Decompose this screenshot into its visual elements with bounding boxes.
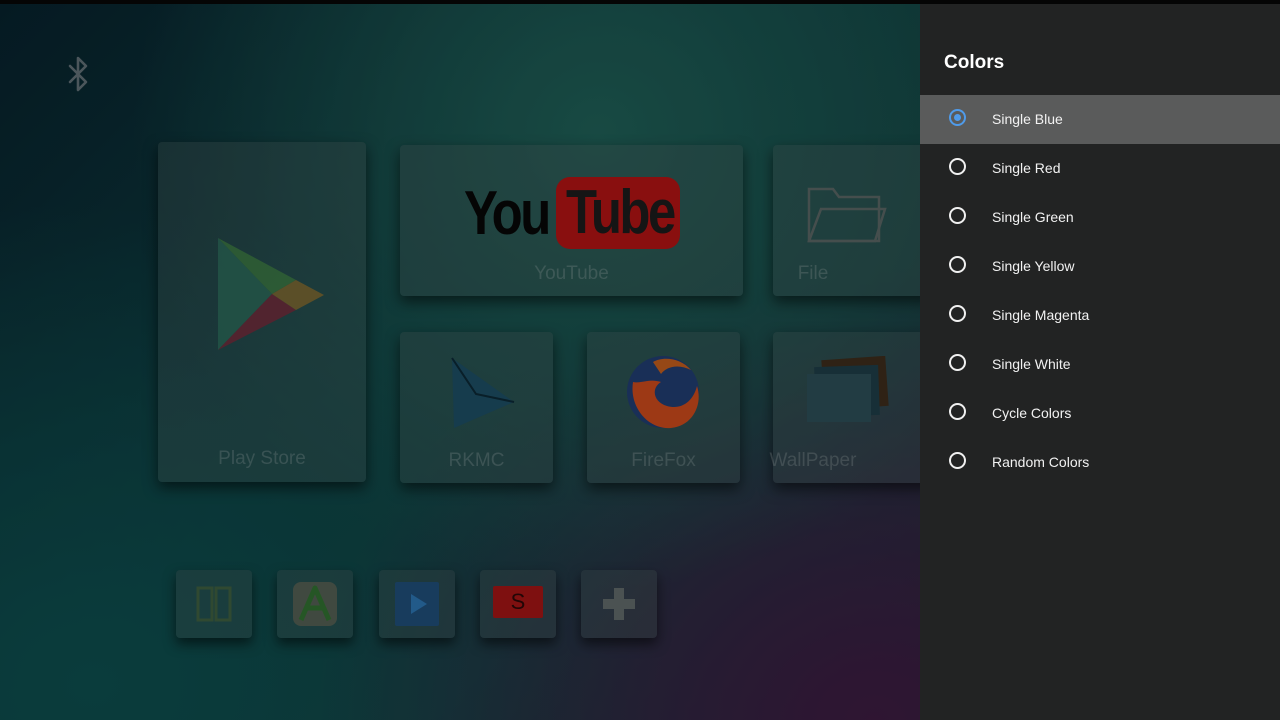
shortcut-tile-aptoide[interactable]: [277, 570, 353, 638]
option-single-white[interactable]: Single White: [920, 340, 1280, 389]
rkmc-icon: [451, 357, 515, 428]
radio-unchecked-icon[interactable]: [949, 158, 966, 175]
app-tile-wallpaper[interactable]: WallPaper: [770, 332, 920, 483]
option-cycle-colors[interactable]: Cycle Colors: [920, 389, 1280, 438]
option-label: Single Green: [992, 209, 1074, 225]
folder-icon: [807, 187, 887, 243]
shortcut-tile-1[interactable]: [176, 570, 252, 638]
radio-unchecked-icon[interactable]: [949, 207, 966, 224]
youtube-logo: You Tube: [464, 177, 680, 249]
radio-unchecked-icon[interactable]: [949, 354, 966, 371]
radio-unchecked-icon[interactable]: [949, 403, 966, 420]
app-tile-play-store[interactable]: Play Store: [158, 142, 366, 482]
wallpaper-icon: [807, 356, 889, 422]
add-shortcut-tile[interactable]: [581, 570, 657, 638]
app-label-youtube: YouTube: [534, 263, 609, 284]
option-label: Random Colors: [992, 454, 1090, 470]
youtube-logo-you: You: [464, 178, 551, 248]
option-random-colors[interactable]: Random Colors: [920, 438, 1280, 487]
app-tile-rkmc[interactable]: RKMC: [400, 332, 553, 483]
app-label-rkmc: RKMC: [448, 450, 505, 471]
panel-title: Colors: [944, 52, 1005, 73]
option-label: Single Red: [992, 160, 1061, 176]
option-label: Single Magenta: [992, 307, 1090, 323]
firefox-icon: [627, 356, 699, 429]
option-single-red[interactable]: Single Red: [920, 144, 1280, 193]
app-label-wallpaper: WallPaper: [769, 450, 857, 471]
option-label: Single Yellow: [992, 258, 1075, 274]
app-tile-file[interactable]: File: [773, 145, 920, 296]
radio-unchecked-icon[interactable]: [949, 305, 966, 322]
option-label: Single White: [992, 356, 1071, 372]
option-single-magenta[interactable]: Single Magenta: [920, 291, 1280, 340]
option-label: Single Blue: [992, 111, 1063, 127]
option-single-blue[interactable]: Single Blue: [920, 95, 1280, 144]
radio-unchecked-icon[interactable]: [949, 452, 966, 469]
radio-unchecked-icon[interactable]: [949, 256, 966, 273]
app-label-file: File: [797, 263, 829, 284]
app-shortcut-icon: [196, 586, 232, 622]
plus-icon: [603, 588, 635, 620]
shortcut-tile-player[interactable]: [379, 570, 455, 638]
youtube-logo-tube-box: Tube: [556, 177, 680, 249]
shortcut-tile-s[interactable]: S: [480, 570, 556, 638]
s-app-icon: S: [493, 586, 543, 618]
radio-checked-icon[interactable]: [949, 109, 966, 126]
bluetooth-icon: [68, 56, 88, 92]
app-tile-youtube[interactable]: You Tube YouTube: [400, 145, 743, 296]
colors-panel: Colors Single Blue Single Red Single Gre…: [920, 4, 1280, 720]
media-player-icon: [395, 582, 439, 626]
youtube-logo-tube: Tube: [566, 178, 676, 247]
option-single-yellow[interactable]: Single Yellow: [920, 242, 1280, 291]
aptoide-icon: [293, 582, 337, 626]
launcher-home-screen: Play Store You Tube YouTube File RKMC Fi…: [0, 4, 920, 720]
color-options-list: Single Blue Single Red Single Green Sing…: [920, 95, 1280, 487]
option-single-green[interactable]: Single Green: [920, 193, 1280, 242]
app-label-play-store: Play Store: [218, 448, 306, 469]
option-label: Cycle Colors: [992, 405, 1072, 421]
play-store-icon: [218, 238, 324, 350]
